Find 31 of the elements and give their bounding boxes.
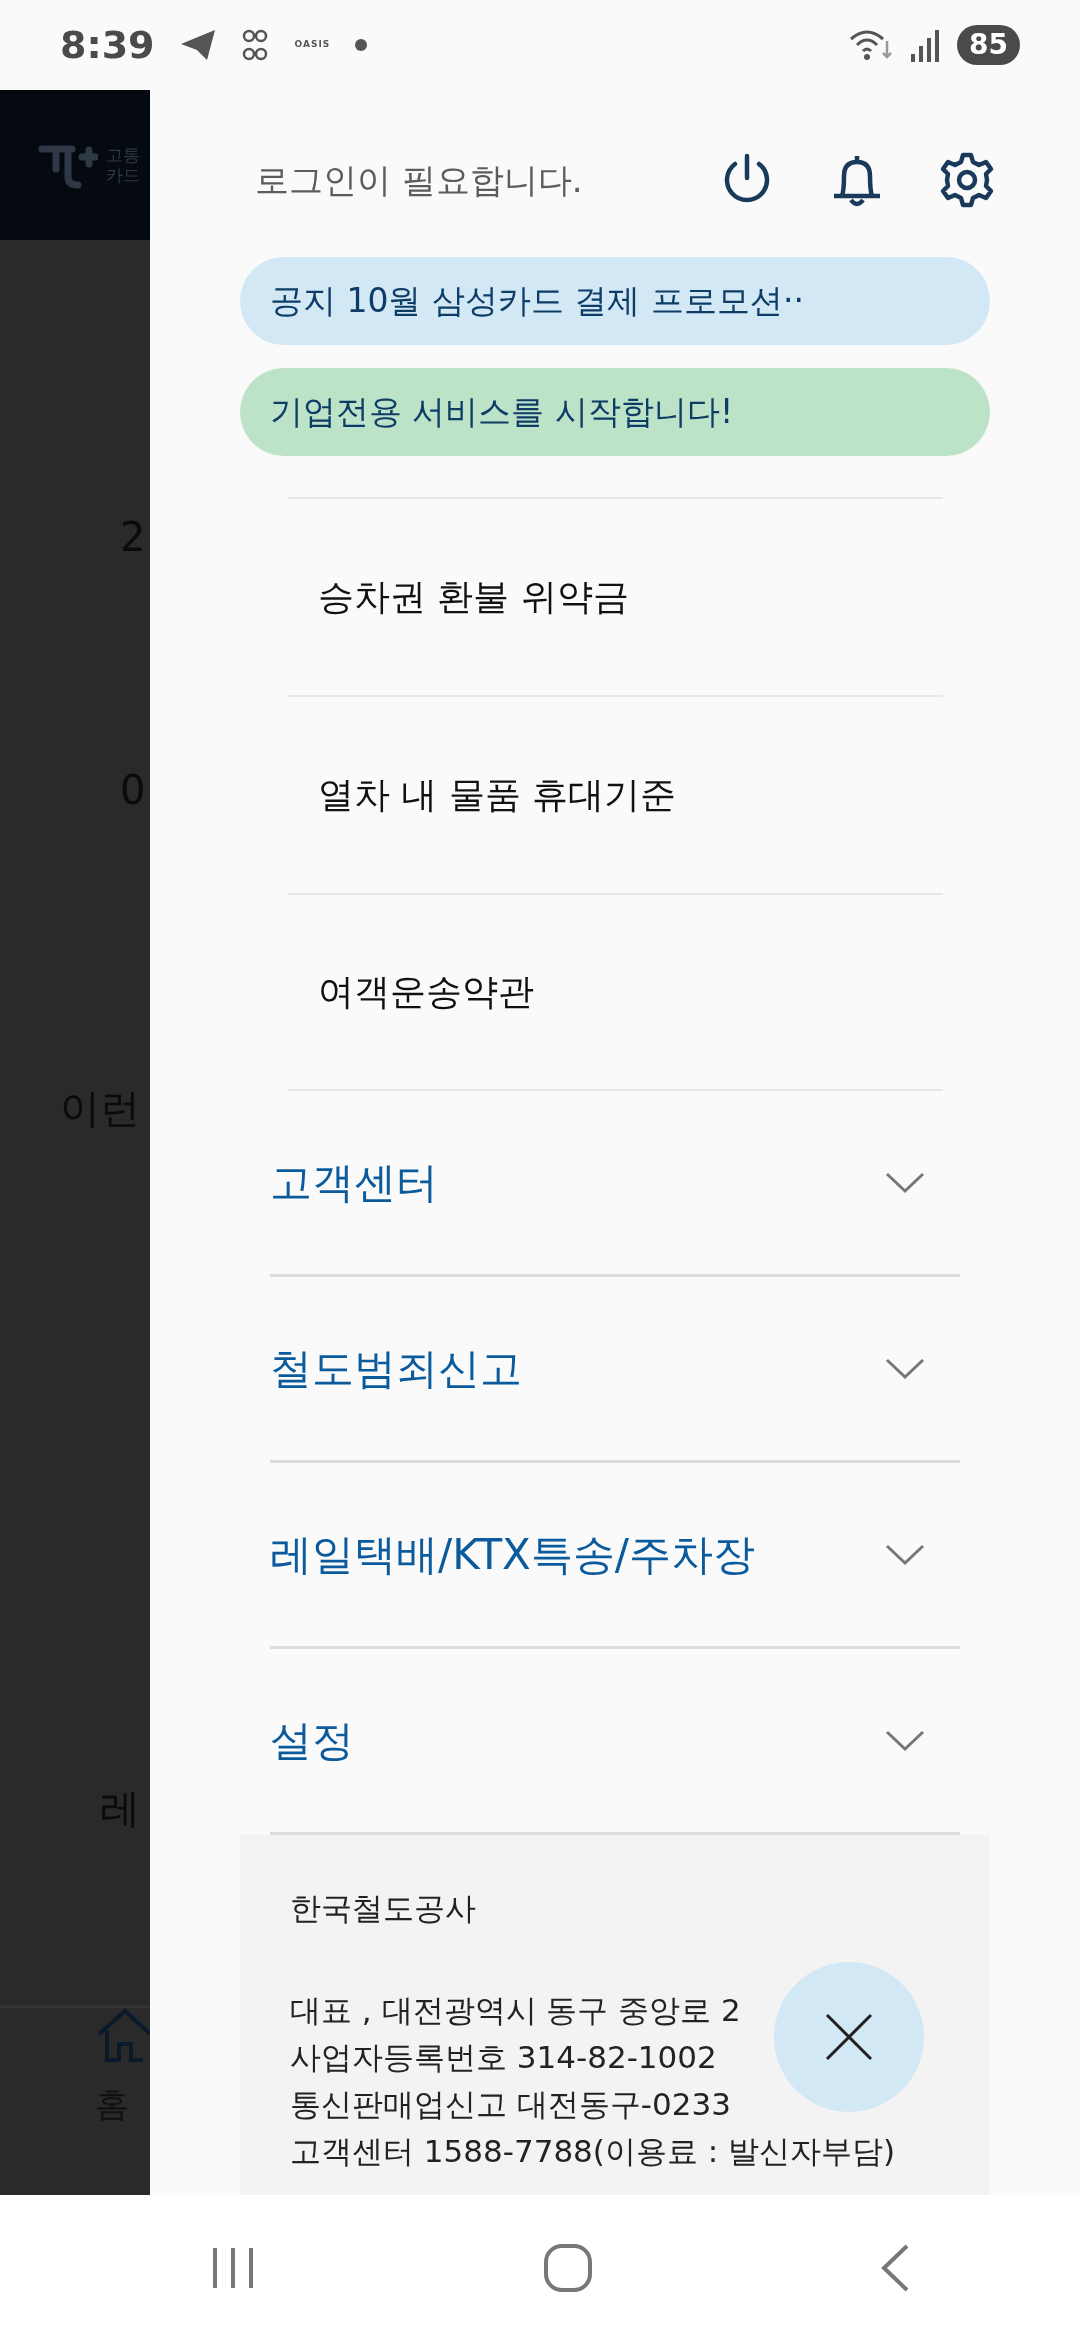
home-button-icon[interactable] [543, 2242, 593, 2293]
notice-banner[interactable]: 기업전용 서비스를 시작합니다! [240, 368, 990, 456]
home-icon [95, 2008, 150, 2063]
footer-text: 고객센터 1588-7788(이용료 : 발신자부담) [290, 2131, 896, 2171]
login-message: 로그인이 필요합니다. [255, 158, 583, 202]
app-label: OASIS [294, 38, 331, 52]
menu-item[interactable]: 열차 내 물품 휴대기준 [318, 768, 677, 822]
signal-icon [909, 28, 942, 62]
notice-banner[interactable]: 공지 10월 삼성카드 결제 프로모션·· [240, 257, 990, 345]
menu-section[interactable]: 철도범죄신고 [270, 1337, 522, 1400]
close-icon [824, 2012, 874, 2062]
menu-item[interactable]: 승차권 환불 위약금 [318, 570, 629, 624]
chevron-down-icon[interactable] [885, 1171, 925, 1194]
company-name: 한국철도공사 [290, 1889, 477, 1928]
recents-icon[interactable] [210, 2245, 256, 2290]
wifi-icon [849, 27, 894, 63]
settings-icon[interactable] [939, 152, 995, 208]
footer-text: 사업자등록번호 314-82-1002 [290, 2037, 717, 2077]
back-icon[interactable] [880, 2242, 910, 2293]
menu-section[interactable]: 레일택배/KTX특송/주차장 [270, 1523, 755, 1586]
menu-section[interactable]: 고객센터 [270, 1151, 438, 1214]
battery-level: 85 [957, 25, 1020, 65]
menu-item[interactable]: 여객운송약관 [318, 965, 534, 1019]
footer-text: 통신판매업신고 대전동구-0233 [290, 2084, 731, 2124]
chevron-down-icon[interactable] [885, 1357, 925, 1380]
dot-icon [354, 38, 369, 52]
chevron-down-icon[interactable] [885, 1543, 925, 1566]
footer-text: 대표 , 대전광역시 동구 중앙로 2 [290, 1990, 741, 2030]
chevron-down-icon[interactable] [885, 1729, 925, 1752]
status-time: 8:39 [60, 21, 155, 69]
menu-section[interactable]: 설정 [270, 1709, 354, 1772]
